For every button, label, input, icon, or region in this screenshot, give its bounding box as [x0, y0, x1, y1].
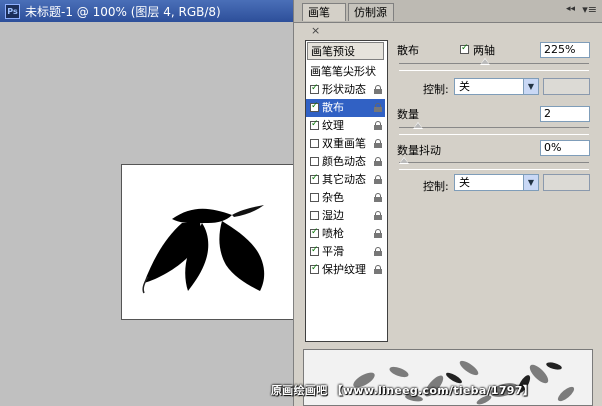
count-jitter-control-select[interactable]: 关 ▼	[454, 174, 539, 191]
list-item-label: 杂色	[322, 191, 344, 204]
list-item-protect-texture[interactable]: ✓ 保护纹理	[306, 261, 385, 279]
list-item-label: 湿边	[322, 209, 344, 222]
scatter-slider[interactable]	[399, 58, 589, 71]
document-canvas[interactable]	[121, 164, 294, 320]
document-title: 未标题-1 @ 100% (图层 4, RGB/8)	[25, 4, 221, 19]
tab-clone-source[interactable]: 仿制源	[348, 3, 394, 21]
list-item-label: 保护纹理	[322, 263, 366, 276]
checkbox[interactable]: ✓	[310, 101, 319, 112]
scatter-label: 散布	[397, 44, 419, 57]
list-item-noise[interactable]: 杂色	[306, 189, 385, 207]
list-item-color-dynamics[interactable]: 颜色动态	[306, 153, 385, 171]
check-icon: ✓	[311, 227, 319, 237]
list-item-label: 画笔笔尖形状	[310, 65, 376, 78]
lock-icon[interactable]	[374, 157, 382, 166]
lock-icon[interactable]	[374, 193, 382, 202]
list-item-label: 平滑	[322, 245, 344, 258]
both-axes-checkbox[interactable]: ✓	[460, 43, 469, 54]
lock-icon[interactable]	[374, 211, 382, 220]
list-item-label: 纹理	[322, 119, 344, 132]
checkbox[interactable]	[310, 139, 319, 148]
list-item-label: 其它动态	[322, 173, 366, 186]
count-jitter-control-label: 控制:	[423, 180, 449, 193]
list-item-other-dynamics[interactable]: ✓ 其它动态	[306, 171, 385, 189]
list-item-scattering[interactable]: ✓ 散布	[306, 99, 385, 117]
checkbox[interactable]: ✓	[310, 173, 319, 184]
close-icon[interactable]: ×	[311, 24, 320, 37]
lock-icon[interactable]	[374, 229, 382, 238]
brush-presets-button[interactable]: 画笔预设	[307, 42, 384, 60]
count-jitter-value-input[interactable]: 0%	[540, 140, 590, 156]
list-item-brush-tip-shape[interactable]: 画笔笔尖形状	[306, 63, 385, 81]
count-jitter-label: 数量抖动	[397, 144, 441, 157]
lock-icon[interactable]	[374, 247, 382, 256]
check-icon: ✓	[311, 263, 319, 273]
list-item-texture[interactable]: ✓ 纹理	[306, 117, 385, 135]
lock-icon[interactable]	[374, 103, 382, 112]
check-icon: ✓	[461, 43, 469, 53]
check-icon: ✓	[311, 83, 319, 93]
count-label: 数量	[397, 108, 419, 121]
list-item-label: 形状动态	[322, 83, 366, 96]
checkbox[interactable]: ✓	[310, 245, 319, 256]
document-title-bar[interactable]: Ps 未标题-1 @ 100% (图层 4, RGB/8)	[0, 0, 293, 22]
checkbox[interactable]: ✓	[310, 119, 319, 130]
list-item-smoothing[interactable]: ✓ 平滑	[306, 243, 385, 261]
panel-tab-bar: 画笔 × 仿制源 ◂◂ ▾≡	[294, 0, 602, 37]
list-item-wet-edges[interactable]: 湿边	[306, 207, 385, 225]
count-value-input[interactable]: 2	[540, 106, 590, 122]
list-item-label: 喷枪	[322, 227, 344, 240]
count-jitter-control-value: 关	[459, 176, 470, 189]
count-jitter-slider[interactable]	[399, 157, 589, 170]
chevron-down-icon[interactable]: ▼	[523, 175, 538, 190]
scatter-slider-thumb[interactable]	[480, 58, 490, 65]
panel-menu-icon[interactable]: ▾≡	[582, 3, 597, 16]
checkbox[interactable]	[310, 211, 319, 220]
check-icon: ✓	[311, 173, 319, 183]
scatter-value-input[interactable]: 225%	[540, 42, 590, 58]
brush-panel: 画笔 × 仿制源 ◂◂ ▾≡ 画笔预设 画笔笔尖形状 ✓ 形状动态 ✓ 散布 ✓ …	[293, 0, 602, 406]
tab-brush[interactable]: 画笔 ×	[302, 3, 346, 37]
lock-icon[interactable]	[374, 265, 382, 274]
list-item-label: 双重画笔	[322, 137, 366, 150]
watermark-text: 原画绘画吧 【www.lineeg.com/tieba/1797】	[271, 384, 535, 397]
check-icon: ✓	[311, 101, 319, 111]
lock-icon[interactable]	[374, 175, 382, 184]
tab-brush-label: 画笔	[308, 6, 330, 19]
list-item-label: 颜色动态	[322, 155, 366, 168]
scatter-control-disabled-field	[543, 78, 590, 95]
list-item-shape-dynamics[interactable]: ✓ 形状动态	[306, 81, 385, 99]
checkbox[interactable]: ✓	[310, 227, 319, 238]
scatter-control-label: 控制:	[423, 83, 449, 96]
lock-icon[interactable]	[374, 85, 382, 94]
tab-clone-source-label: 仿制源	[354, 6, 387, 19]
list-item-airbrush[interactable]: ✓ 喷枪	[306, 225, 385, 243]
check-icon: ✓	[311, 245, 319, 255]
list-item-label: 散布	[322, 101, 344, 114]
check-icon: ✓	[311, 119, 319, 129]
chevron-down-icon[interactable]: ▼	[523, 79, 538, 94]
lock-icon[interactable]	[374, 121, 382, 130]
checkbox[interactable]	[310, 157, 319, 166]
checkbox[interactable]: ✓	[310, 83, 319, 94]
list-item-dual-brush[interactable]: 双重画笔	[306, 135, 385, 153]
scatter-control-value: 关	[459, 80, 470, 93]
brush-options-list: 画笔预设 画笔笔尖形状 ✓ 形状动态 ✓ 散布 ✓ 纹理 双重画笔 颜色动态 ✓…	[305, 40, 388, 342]
both-axes-label: 两轴	[473, 44, 495, 57]
ps-icon: Ps	[5, 3, 20, 19]
count-slider-thumb[interactable]	[413, 122, 423, 129]
checkbox[interactable]: ✓	[310, 263, 319, 274]
leaf-brush-strokes	[142, 205, 265, 294]
canvas-area[interactable]	[0, 22, 294, 406]
checkbox[interactable]	[310, 193, 319, 202]
count-jitter-slider-thumb[interactable]	[399, 157, 409, 164]
count-slider[interactable]	[399, 122, 589, 135]
collapse-icon[interactable]: ◂◂	[566, 4, 575, 14]
scatter-control-select[interactable]: 关 ▼	[454, 78, 539, 95]
lock-icon[interactable]	[374, 139, 382, 148]
count-jitter-control-disabled-field	[543, 174, 590, 191]
